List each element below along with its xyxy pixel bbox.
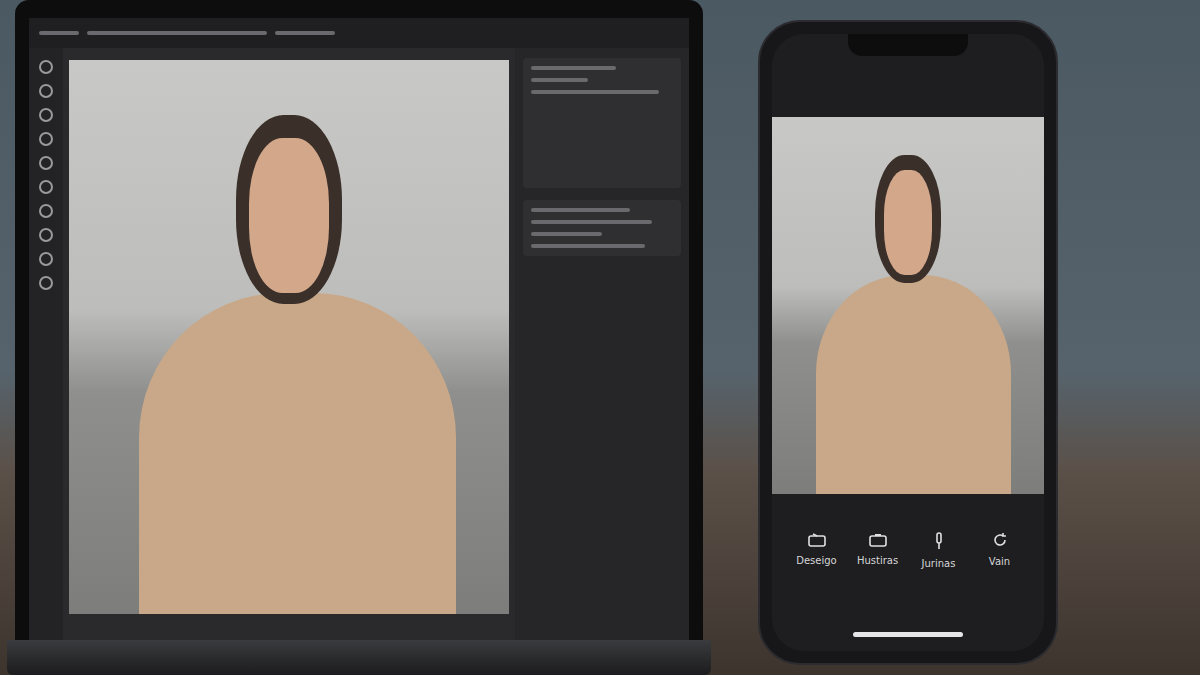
title-bar bbox=[29, 18, 689, 48]
phone-tool-button[interactable]: Deseigo bbox=[789, 532, 845, 568]
tool-icon[interactable] bbox=[39, 228, 53, 242]
tool-icon[interactable] bbox=[39, 132, 53, 146]
canvas[interactable] bbox=[63, 48, 515, 640]
tool-icon[interactable] bbox=[39, 84, 53, 98]
tool-label: Hustiras bbox=[857, 553, 898, 568]
laptop-base bbox=[7, 640, 711, 675]
crop-icon bbox=[808, 532, 826, 547]
phone-tool-button[interactable]: Hustiras bbox=[850, 532, 906, 568]
tool-label: Vain bbox=[989, 554, 1010, 569]
tool-icon[interactable] bbox=[39, 252, 53, 266]
tool-icon[interactable] bbox=[39, 60, 53, 74]
phone-toolbar: Deseigo Hustiras Jurinas Vain bbox=[772, 494, 1044, 632]
brush-icon bbox=[933, 532, 945, 550]
tool-label: Deseigo bbox=[796, 553, 836, 568]
home-indicator[interactable] bbox=[853, 632, 963, 637]
tool-icon[interactable] bbox=[39, 204, 53, 218]
portrait-photo bbox=[69, 60, 509, 614]
tool-label: Jurinas bbox=[922, 556, 956, 571]
tool-icon[interactable] bbox=[39, 108, 53, 122]
phone: Deseigo Hustiras Jurinas Vain bbox=[758, 20, 1058, 665]
camera-icon bbox=[869, 532, 887, 547]
phone-tool-button[interactable]: Jurinas bbox=[911, 532, 967, 571]
properties-panel bbox=[515, 48, 689, 640]
laptop-screen bbox=[15, 0, 703, 640]
laptop bbox=[15, 0, 703, 675]
tool-icon[interactable] bbox=[39, 180, 53, 194]
phone-photo bbox=[772, 117, 1044, 494]
tool-bar bbox=[29, 48, 63, 640]
tool-icon[interactable] bbox=[39, 156, 53, 170]
phone-tool-button[interactable]: Vain bbox=[972, 532, 1028, 569]
phone-screen: Deseigo Hustiras Jurinas Vain bbox=[772, 34, 1044, 651]
rotate-icon bbox=[992, 532, 1008, 548]
phone-header bbox=[772, 34, 1044, 117]
editor-window bbox=[29, 18, 689, 640]
tool-icon[interactable] bbox=[39, 276, 53, 290]
